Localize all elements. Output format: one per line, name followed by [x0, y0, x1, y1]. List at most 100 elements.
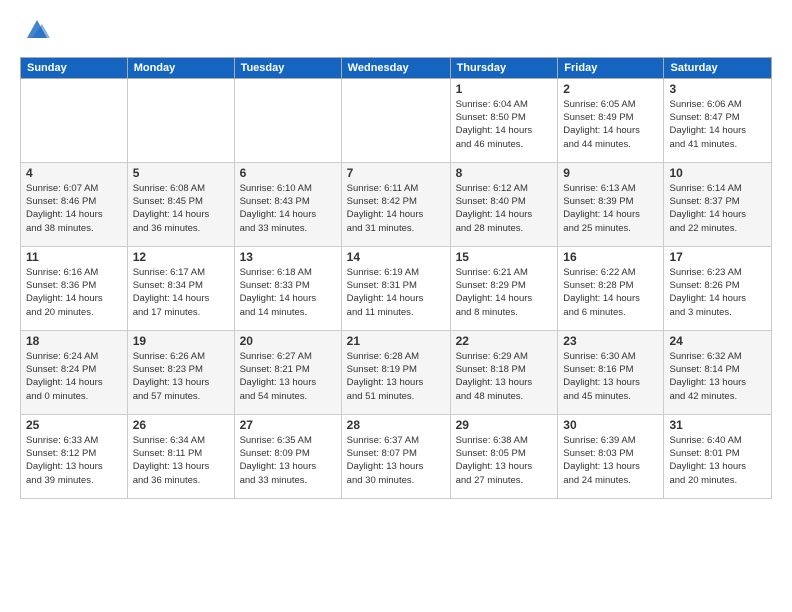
day-number: 20	[240, 334, 336, 348]
day-number: 28	[347, 418, 445, 432]
calendar-week-4: 18Sunrise: 6:24 AM Sunset: 8:24 PM Dayli…	[21, 330, 772, 414]
weekday-header-sunday: Sunday	[21, 57, 128, 78]
day-number: 16	[563, 250, 658, 264]
day-number: 14	[347, 250, 445, 264]
day-info: Sunrise: 6:23 AM Sunset: 8:26 PM Dayligh…	[669, 266, 766, 319]
day-number: 29	[456, 418, 553, 432]
day-info: Sunrise: 6:22 AM Sunset: 8:28 PM Dayligh…	[563, 266, 658, 319]
day-info: Sunrise: 6:18 AM Sunset: 8:33 PM Dayligh…	[240, 266, 336, 319]
day-number: 10	[669, 166, 766, 180]
day-number: 3	[669, 82, 766, 96]
day-info: Sunrise: 6:19 AM Sunset: 8:31 PM Dayligh…	[347, 266, 445, 319]
calendar-cell: 26Sunrise: 6:34 AM Sunset: 8:11 PM Dayli…	[127, 414, 234, 498]
day-number: 2	[563, 82, 658, 96]
weekday-header-wednesday: Wednesday	[341, 57, 450, 78]
weekday-header-tuesday: Tuesday	[234, 57, 341, 78]
calendar-cell: 6Sunrise: 6:10 AM Sunset: 8:43 PM Daylig…	[234, 162, 341, 246]
calendar-cell: 14 Sunrise: 6:19 AM Sunset: 8:31 PM Dayli…	[341, 246, 450, 330]
calendar-cell: 2 Sunrise: 6:05 AM Sunset: 8:49 PM Daylig…	[558, 78, 664, 162]
header	[20, 16, 772, 49]
calendar-week-1: 1 Sunrise: 6:04 AM Sunset: 8:50 PM Daylig…	[21, 78, 772, 162]
day-info: Sunrise: 6:17 AM Sunset: 8:34 PM Dayligh…	[133, 266, 229, 319]
calendar-cell: 25 Sunrise: 6:33 AM Sunset: 8:12 PM Dayli…	[21, 414, 128, 498]
day-info: Sunrise: 6:32 AM Sunset: 8:14 PM Dayligh…	[669, 350, 766, 403]
weekday-header-friday: Friday	[558, 57, 664, 78]
calendar-cell: 5 Sunrise: 6:08 AM Sunset: 8:45 PM Daylig…	[127, 162, 234, 246]
day-number: 8	[456, 166, 553, 180]
day-info: Sunrise: 6:04 AM Sunset: 8:50 PM Dayligh…	[456, 98, 553, 151]
calendar-table: SundayMondayTuesdayWednesdayThursdayFrid…	[20, 57, 772, 499]
day-info: Sunrise: 6:13 AM Sunset: 8:39 PM Dayligh…	[563, 182, 658, 235]
calendar-cell: 21 Sunrise: 6:28 AM Sunset: 8:19 PM Dayli…	[341, 330, 450, 414]
day-info: Sunrise: 6:11 AM Sunset: 8:42 PM Dayligh…	[347, 182, 445, 235]
day-number: 23	[563, 334, 658, 348]
day-info: Sunrise: 6:05 AM Sunset: 8:49 PM Dayligh…	[563, 98, 658, 151]
weekday-header-saturday: Saturday	[664, 57, 772, 78]
day-number: 5	[133, 166, 229, 180]
calendar-cell	[127, 78, 234, 162]
day-number: 27	[240, 418, 336, 432]
day-number: 26	[133, 418, 229, 432]
calendar-cell	[21, 78, 128, 162]
calendar-cell: 28 Sunrise: 6:37 AM Sunset: 8:07 PM Dayli…	[341, 414, 450, 498]
calendar-week-2: 4Sunrise: 6:07 AM Sunset: 8:46 PM Daylig…	[21, 162, 772, 246]
calendar-cell: 27Sunrise: 6:35 AM Sunset: 8:09 PM Dayli…	[234, 414, 341, 498]
day-number: 18	[26, 334, 122, 348]
calendar-cell: 11 Sunrise: 6:16 AM Sunset: 8:36 PM Dayli…	[21, 246, 128, 330]
calendar-week-5: 25 Sunrise: 6:33 AM Sunset: 8:12 PM Dayli…	[21, 414, 772, 498]
day-number: 11	[26, 250, 122, 264]
calendar-cell: 10Sunrise: 6:14 AM Sunset: 8:37 PM Dayli…	[664, 162, 772, 246]
day-number: 19	[133, 334, 229, 348]
calendar-cell: 19 Sunrise: 6:26 AM Sunset: 8:23 PM Dayli…	[127, 330, 234, 414]
day-info: Sunrise: 6:30 AM Sunset: 8:16 PM Dayligh…	[563, 350, 658, 403]
day-info: Sunrise: 6:26 AM Sunset: 8:23 PM Dayligh…	[133, 350, 229, 403]
day-info: Sunrise: 6:37 AM Sunset: 8:07 PM Dayligh…	[347, 434, 445, 487]
calendar-cell	[341, 78, 450, 162]
day-number: 21	[347, 334, 445, 348]
calendar-cell: 1 Sunrise: 6:04 AM Sunset: 8:50 PM Daylig…	[450, 78, 558, 162]
day-number: 13	[240, 250, 336, 264]
day-number: 1	[456, 82, 553, 96]
calendar-cell: 3 Sunrise: 6:06 AM Sunset: 8:47 PM Daylig…	[664, 78, 772, 162]
calendar-cell: 15 Sunrise: 6:21 AM Sunset: 8:29 PM Dayli…	[450, 246, 558, 330]
day-info: Sunrise: 6:28 AM Sunset: 8:19 PM Dayligh…	[347, 350, 445, 403]
calendar-cell: 12Sunrise: 6:17 AM Sunset: 8:34 PM Dayli…	[127, 246, 234, 330]
calendar-week-3: 11 Sunrise: 6:16 AM Sunset: 8:36 PM Dayli…	[21, 246, 772, 330]
calendar-cell: 17Sunrise: 6:23 AM Sunset: 8:26 PM Dayli…	[664, 246, 772, 330]
day-number: 30	[563, 418, 658, 432]
day-info: Sunrise: 6:10 AM Sunset: 8:43 PM Dayligh…	[240, 182, 336, 235]
day-info: Sunrise: 6:39 AM Sunset: 8:03 PM Dayligh…	[563, 434, 658, 487]
calendar-cell: 29 Sunrise: 6:38 AM Sunset: 8:05 PM Dayli…	[450, 414, 558, 498]
day-info: Sunrise: 6:29 AM Sunset: 8:18 PM Dayligh…	[456, 350, 553, 403]
calendar-cell: 23 Sunrise: 6:30 AM Sunset: 8:16 PM Dayli…	[558, 330, 664, 414]
calendar-cell: 20 Sunrise: 6:27 AM Sunset: 8:21 PM Dayli…	[234, 330, 341, 414]
calendar-cell: 31Sunrise: 6:40 AM Sunset: 8:01 PM Dayli…	[664, 414, 772, 498]
day-info: Sunrise: 6:07 AM Sunset: 8:46 PM Dayligh…	[26, 182, 122, 235]
page: SundayMondayTuesdayWednesdayThursdayFrid…	[0, 0, 792, 509]
day-info: Sunrise: 6:38 AM Sunset: 8:05 PM Dayligh…	[456, 434, 553, 487]
calendar-cell: 16 Sunrise: 6:22 AM Sunset: 8:28 PM Dayli…	[558, 246, 664, 330]
day-info: Sunrise: 6:33 AM Sunset: 8:12 PM Dayligh…	[26, 434, 122, 487]
day-info: Sunrise: 6:08 AM Sunset: 8:45 PM Dayligh…	[133, 182, 229, 235]
day-number: 31	[669, 418, 766, 432]
calendar-cell: 18Sunrise: 6:24 AM Sunset: 8:24 PM Dayli…	[21, 330, 128, 414]
day-info: Sunrise: 6:21 AM Sunset: 8:29 PM Dayligh…	[456, 266, 553, 319]
day-number: 15	[456, 250, 553, 264]
day-number: 9	[563, 166, 658, 180]
day-number: 7	[347, 166, 445, 180]
logo	[20, 16, 52, 49]
weekday-header-monday: Monday	[127, 57, 234, 78]
day-info: Sunrise: 6:27 AM Sunset: 8:21 PM Dayligh…	[240, 350, 336, 403]
day-info: Sunrise: 6:12 AM Sunset: 8:40 PM Dayligh…	[456, 182, 553, 235]
calendar-cell: 22 Sunrise: 6:29 AM Sunset: 8:18 PM Dayli…	[450, 330, 558, 414]
calendar-cell: 8 Sunrise: 6:12 AM Sunset: 8:40 PM Daylig…	[450, 162, 558, 246]
calendar-cell	[234, 78, 341, 162]
calendar-cell: 9 Sunrise: 6:13 AM Sunset: 8:39 PM Daylig…	[558, 162, 664, 246]
day-number: 22	[456, 334, 553, 348]
calendar-cell: 4Sunrise: 6:07 AM Sunset: 8:46 PM Daylig…	[21, 162, 128, 246]
day-info: Sunrise: 6:06 AM Sunset: 8:47 PM Dayligh…	[669, 98, 766, 151]
day-number: 25	[26, 418, 122, 432]
weekday-header-row: SundayMondayTuesdayWednesdayThursdayFrid…	[21, 57, 772, 78]
day-info: Sunrise: 6:16 AM Sunset: 8:36 PM Dayligh…	[26, 266, 122, 319]
calendar-cell: 30 Sunrise: 6:39 AM Sunset: 8:03 PM Dayli…	[558, 414, 664, 498]
